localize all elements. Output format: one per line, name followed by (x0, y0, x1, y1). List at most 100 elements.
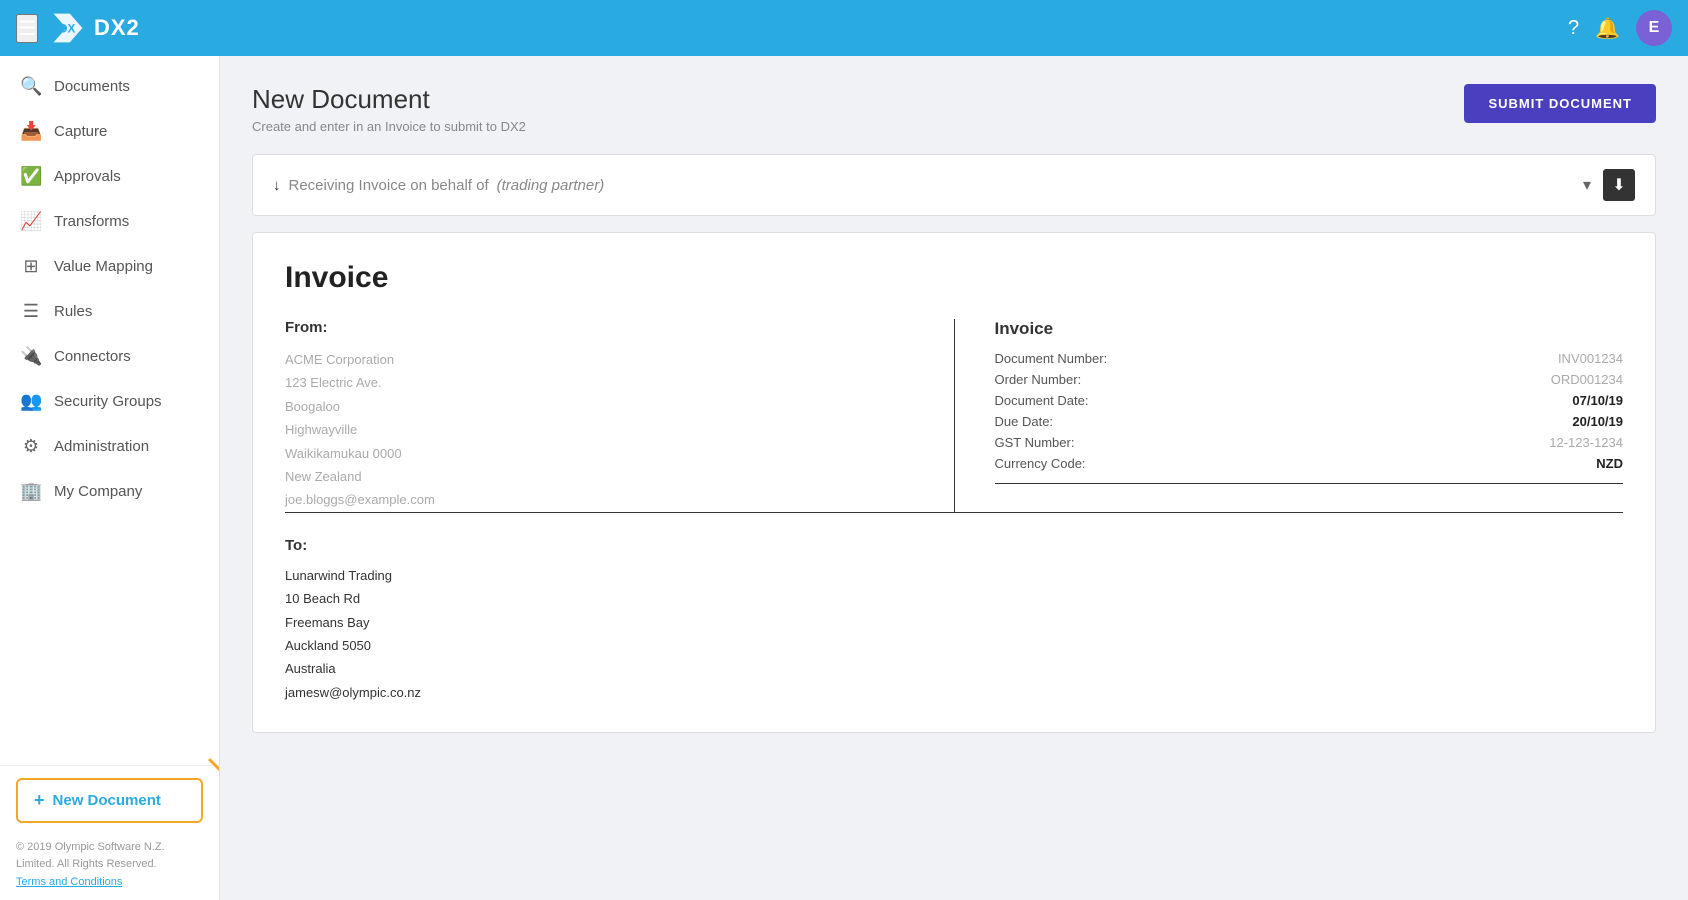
sidebar-item-label: Rules (54, 303, 92, 320)
topnav-right: ? 🔔 E (1568, 10, 1672, 46)
logo-text: DX2 (94, 15, 140, 41)
to-line: Lunarwind Trading (285, 564, 1623, 587)
to-line: 10 Beach Rd (285, 587, 1623, 610)
security-groups-icon: 👥 (20, 391, 42, 412)
detail-key: Due Date: (995, 414, 1054, 429)
sidebar-item-administration[interactable]: ⚙ Administration (0, 424, 219, 469)
capture-icon: 📥 (20, 121, 42, 142)
bar-right: ▾ ⬇ (1583, 169, 1635, 201)
to-line: Auckland 5050 (285, 634, 1623, 657)
invoice-card: Invoice From: ACME Corporation123 Electr… (252, 232, 1656, 733)
sidebar-item-label: Transforms (54, 213, 129, 230)
detail-value: INV001234 (1558, 351, 1623, 366)
new-doc-label: New Document (53, 792, 161, 809)
logo: DX DX2 (50, 10, 140, 46)
help-button[interactable]: ? (1568, 17, 1579, 40)
topnav: ☰ DX DX2 ? 🔔 E (0, 0, 1688, 56)
to-line: jamesw@olympic.co.nz (285, 681, 1623, 704)
arrow-annotation (200, 750, 220, 805)
detail-row: Document Number:INV001234 (995, 351, 1624, 366)
sidebar-item-transforms[interactable]: 📈 Transforms (0, 199, 219, 244)
detail-value: 12-123-1234 (1549, 435, 1623, 450)
sidebar-item-label: Approvals (54, 168, 121, 185)
layout: 🔍 Documents 📥 Capture ✅ Approvals 📈 Transforms ⊞… (0, 56, 1688, 900)
detail-rows: Document Number:INV001234 Order Number: OR… (995, 351, 1624, 471)
detail-key: GST Number: (995, 435, 1075, 450)
detail-row: Order Number: ORD001234 (995, 372, 1624, 387)
sidebar-item-label: Connectors (54, 348, 131, 365)
from-line: ACME Corporation (285, 348, 914, 371)
chevron-down-icon[interactable]: ▾ (1583, 175, 1591, 195)
main-content: New Document Create and enter in an Invo… (220, 56, 1688, 900)
connectors-icon: 🔌 (20, 346, 42, 367)
sidebar-copyright: © 2019 Olympic Software N.Z. Limited. Al… (0, 831, 219, 876)
page-title-block: New Document Create and enter in an Invo… (252, 84, 526, 134)
detail-row: GST Number: 12-123-1234 (995, 435, 1624, 450)
sidebar-item-value-mapping[interactable]: ⊞Value Mapping (0, 244, 219, 289)
invoice-to: To: Lunarwind Trading10 Beach RdFreemans… (285, 512, 1623, 704)
hamburger-button[interactable]: ☰ (16, 14, 38, 43)
sidebar-terms[interactable]: Terms and Conditions (0, 876, 219, 900)
invoice-detail-title: Invoice (995, 319, 1624, 339)
page-title: New Document (252, 84, 526, 115)
sidebar-item-label: Administration (54, 438, 149, 455)
download-button[interactable]: ⬇ (1603, 169, 1635, 201)
invoice-type-label: Receiving Invoice on behalf of (289, 177, 489, 194)
topnav-left: ☰ DX DX2 (16, 10, 140, 46)
value-mapping-icon: ⊞ (20, 256, 42, 277)
submit-document-button[interactable]: SUBMIT DOCUMENT (1464, 84, 1656, 123)
sidebar-item-my-company[interactable]: 🏢 My Company (0, 469, 219, 514)
to-label: To: (285, 537, 1623, 554)
approvals-icon: ✅ (20, 166, 42, 187)
to-address: Lunarwind Trading10 Beach RdFreemans Bay… (285, 564, 1623, 704)
invoice-type-icon: ↓ (273, 177, 281, 194)
avatar[interactable]: E (1636, 10, 1672, 46)
from-line: Boogaloo (285, 395, 914, 418)
sidebar-item-connectors[interactable]: 🔌 Connectors (0, 334, 219, 379)
logo-icon: DX (50, 10, 86, 46)
detail-value: ORD001234 (1551, 372, 1623, 387)
invoice-details: Invoice Document Number:INV001234 Order N… (955, 319, 1624, 512)
my-company-icon: 🏢 (20, 481, 42, 502)
sidebar-footer: + New Document (0, 765, 219, 831)
from-line: joe.bloggs@example.com (285, 488, 914, 511)
new-document-button[interactable]: + New Document (16, 778, 203, 823)
sidebar-item-rules[interactable]: ☰ Rules (0, 289, 219, 334)
plus-icon: + (34, 790, 45, 811)
detail-key: Order Number: (995, 372, 1082, 387)
sidebar-item-security-groups[interactable]: 👥 Security Groups (0, 379, 219, 424)
from-address: ACME Corporation123 Electric Ave.Boogalo… (285, 348, 914, 512)
transforms-icon: 📈 (20, 211, 42, 232)
detail-value: 07/10/19 (1572, 393, 1623, 408)
invoice-card-title: Invoice (285, 261, 1623, 295)
invoice-body: From: ACME Corporation123 Electric Ave.B… (285, 319, 1623, 512)
sidebar-item-label: My Company (54, 483, 142, 500)
sidebar-item-label: Security Groups (54, 393, 162, 410)
sidebar-item-capture[interactable]: 📥 Capture (0, 109, 219, 154)
invoice-type-partner: (trading partner) (497, 177, 605, 194)
invoice-from: From: ACME Corporation123 Electric Ave.B… (285, 319, 955, 512)
from-label: From: (285, 319, 914, 336)
to-line: Australia (285, 657, 1623, 680)
page-header: New Document Create and enter in an Invo… (252, 84, 1656, 134)
sidebar-item-label: Documents (54, 78, 130, 95)
sidebar: 🔍 Documents 📥 Capture ✅ Approvals 📈 Transforms ⊞… (0, 56, 220, 900)
detail-key: Currency Code: (995, 456, 1086, 471)
page-subtitle: Create and enter in an Invoice to submit… (252, 119, 526, 134)
from-line: New Zealand (285, 465, 914, 488)
administration-icon: ⚙ (20, 436, 42, 457)
svg-text:DX: DX (59, 23, 75, 36)
detail-row: Document Date:07/10/19 (995, 393, 1624, 408)
detail-row: Currency Code:NZD (995, 456, 1624, 471)
sidebar-item-documents[interactable]: 🔍 Documents (0, 64, 219, 109)
invoice-type-bar: ↓ Receiving Invoice on behalf of (tradin… (252, 154, 1656, 216)
rules-icon: ☰ (20, 301, 42, 322)
detail-row: Due Date:20/10/19 (995, 414, 1624, 429)
sidebar-item-label: Capture (54, 123, 107, 140)
new-doc-wrapper: + New Document (16, 778, 203, 823)
invoice-type-left: ↓ Receiving Invoice on behalf of (tradin… (273, 177, 604, 194)
to-line: Freemans Bay (285, 611, 1623, 634)
documents-icon: 🔍 (20, 76, 42, 97)
sidebar-item-approvals[interactable]: ✅ Approvals (0, 154, 219, 199)
notifications-button[interactable]: 🔔 (1595, 16, 1620, 41)
